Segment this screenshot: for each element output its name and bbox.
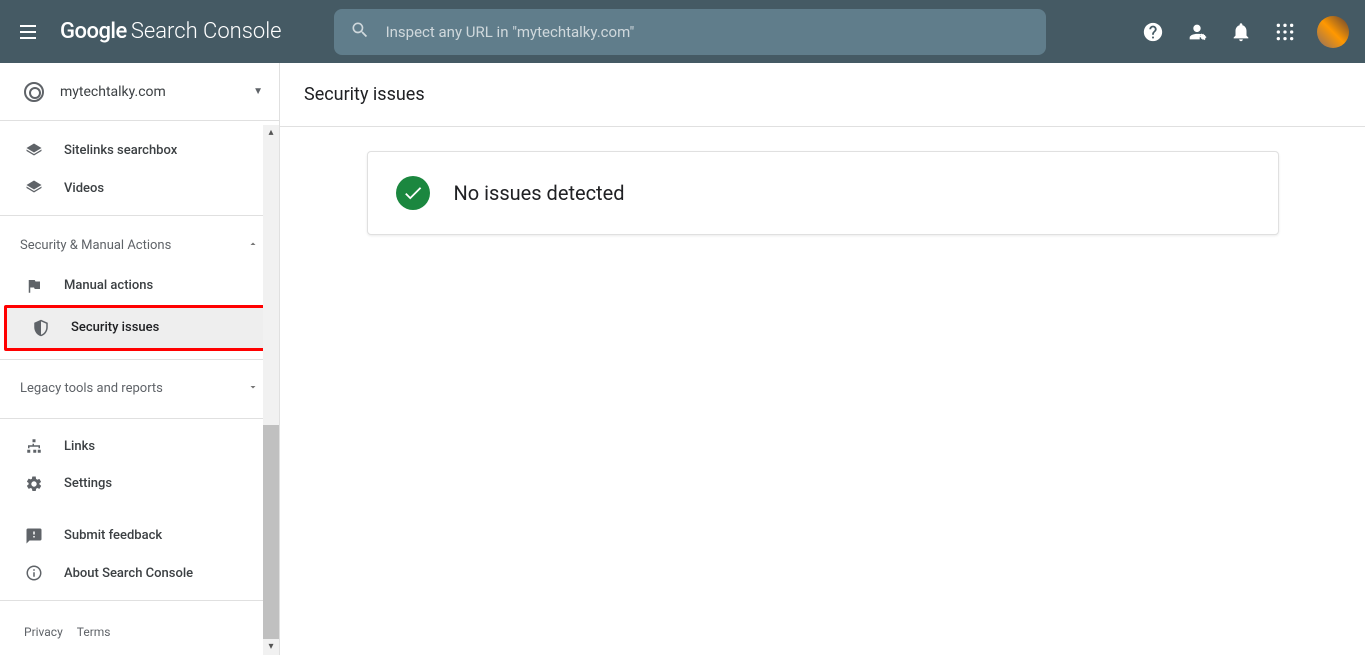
flag-icon (24, 276, 44, 296)
main-area: Security issues No issues detected (280, 63, 1365, 655)
info-icon (24, 563, 44, 583)
sidebar: mytechtalky.com ▼ Sitelinks searchbox Vi… (0, 63, 280, 655)
user-settings-icon[interactable] (1185, 20, 1209, 44)
shield-icon (31, 318, 51, 338)
section-label: Legacy tools and reports (20, 381, 163, 396)
url-inspect-bar[interactable] (334, 9, 1046, 55)
globe-icon (24, 82, 44, 102)
sidebar-scrollbar[interactable]: ▴ ▾ (263, 125, 279, 655)
sidebar-section-legacy[interactable]: Legacy tools and reports (0, 367, 279, 410)
check-circle-icon (396, 176, 430, 210)
sidebar-item-links[interactable]: Links (0, 427, 279, 464)
divider (0, 215, 279, 216)
section-label: Security & Manual Actions (20, 238, 171, 253)
notifications-icon[interactable] (1229, 20, 1253, 44)
sidebar-item-videos[interactable]: Videos (0, 170, 279, 207)
sidebar-footer-links: Privacy Terms (0, 609, 279, 655)
scroll-down-arrow-icon[interactable]: ▾ (263, 639, 279, 655)
gear-icon (24, 474, 44, 494)
app-header: Google Search Console (0, 0, 1365, 63)
sidebar-item-settings[interactable]: Settings (0, 465, 279, 502)
url-inspect-input[interactable] (386, 23, 1030, 41)
page-header: Security issues (280, 63, 1365, 127)
logo-primary: Google (60, 19, 127, 44)
divider (0, 418, 279, 419)
sidebar-item-security-issues[interactable]: Security issues (7, 308, 272, 348)
header-actions (1117, 16, 1349, 48)
account-avatar[interactable] (1317, 16, 1349, 48)
terms-link[interactable]: Terms (77, 625, 111, 639)
sidebar-item-label: Submit feedback (64, 528, 162, 543)
sidebar-item-label: Sitelinks searchbox (64, 143, 177, 158)
sidebar-item-sitelinks-searchbox[interactable]: Sitelinks searchbox (0, 132, 279, 169)
divider (0, 600, 279, 601)
help-icon[interactable] (1141, 20, 1165, 44)
page-title: Security issues (304, 84, 425, 105)
layers-icon (24, 178, 44, 198)
privacy-link[interactable]: Privacy (24, 625, 63, 639)
feedback-icon (24, 526, 44, 546)
page-content: No issues detected (280, 127, 1365, 655)
scroll-thumb[interactable] (263, 425, 279, 639)
sidebar-item-label: Videos (64, 181, 104, 196)
layers-icon (24, 141, 44, 161)
divider (0, 359, 279, 360)
status-card: No issues detected (367, 151, 1279, 235)
app-logo[interactable]: Google Search Console (60, 19, 282, 44)
sidebar-item-about[interactable]: About Search Console (0, 555, 279, 592)
chevron-up-icon (247, 238, 259, 254)
sitemap-icon (24, 436, 44, 456)
apps-grid-icon[interactable] (1273, 20, 1297, 44)
sidebar-item-label: Security issues (71, 320, 159, 335)
status-text: No issues detected (454, 181, 625, 205)
logo-secondary: Search Console (131, 19, 282, 44)
sidebar-item-label: Manual actions (64, 278, 153, 293)
chevron-down-icon (247, 381, 259, 397)
sidebar-item-label: About Search Console (64, 566, 193, 581)
hamburger-menu-icon[interactable] (16, 20, 40, 44)
sidebar-item-label: Links (64, 439, 95, 454)
property-name: mytechtalky.com (60, 84, 237, 100)
search-icon (350, 20, 370, 44)
sidebar-item-submit-feedback[interactable]: Submit feedback (0, 517, 279, 554)
sidebar-item-label: Settings (64, 476, 112, 491)
sidebar-section-security[interactable]: Security & Manual Actions (0, 224, 279, 267)
highlight-annotation: Security issues (4, 305, 275, 351)
sidebar-item-manual-actions[interactable]: Manual actions (0, 267, 279, 304)
scroll-up-arrow-icon[interactable]: ▴ (263, 125, 279, 141)
property-selector[interactable]: mytechtalky.com ▼ (0, 63, 279, 121)
caret-down-icon: ▼ (253, 86, 263, 97)
